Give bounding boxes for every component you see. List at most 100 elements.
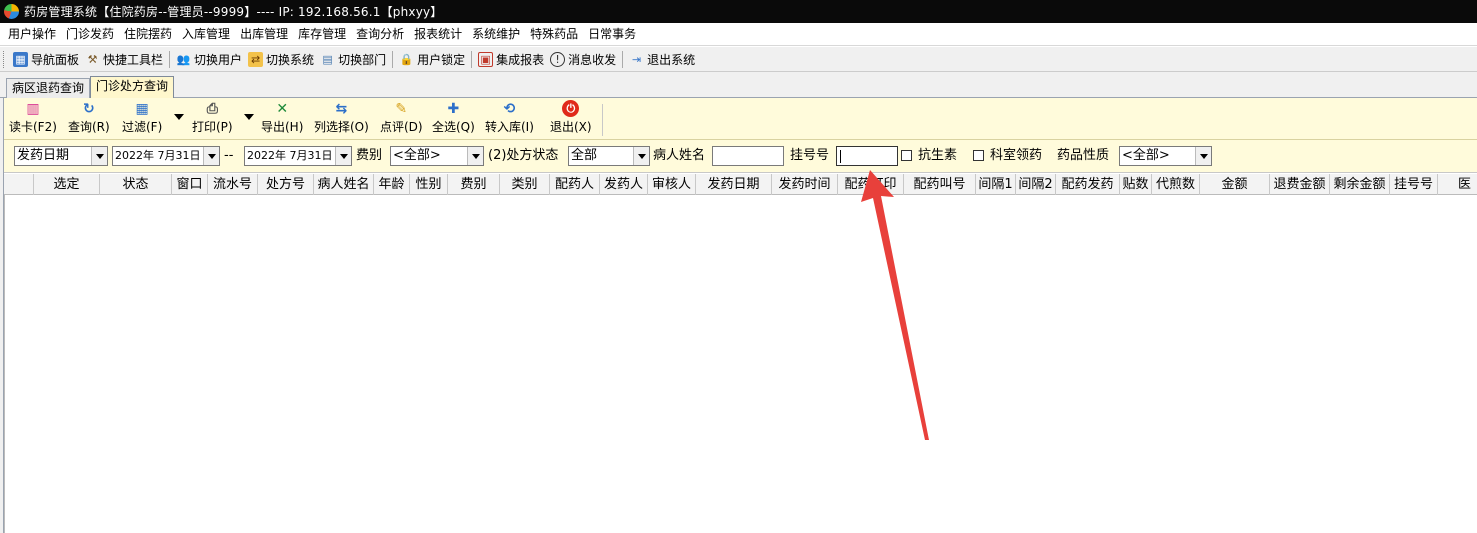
patient-name-input[interactable] — [712, 146, 784, 166]
registration-number-input[interactable] — [836, 146, 898, 166]
integrated-report-label: 集成报表 — [496, 52, 545, 67]
column-header[interactable]: 年龄 — [374, 174, 410, 195]
menu-special-drugs[interactable]: 特殊药品 — [525, 23, 583, 46]
column-header[interactable]: 类别 — [500, 174, 550, 195]
shortcut-toolbar-button[interactable]: ⚒ 快捷工具栏 — [82, 48, 166, 70]
filter-button[interactable]: ▦ 过滤(F) — [122, 100, 162, 135]
filter-label: 过滤(F) — [122, 120, 163, 134]
menu-outpatient-dispensing[interactable]: 门诊发药 — [61, 23, 119, 46]
date-type-select[interactable]: 发药日期 — [14, 146, 108, 166]
transfer-in-icon: ⟲ — [503, 100, 516, 117]
column-header[interactable]: 挂号号 — [1390, 174, 1438, 195]
navigation-panel-icon: ▦ — [13, 51, 28, 67]
calendar-dropdown-icon[interactable] — [203, 147, 219, 165]
tab-outpatient-prescription-query[interactable]: 门诊处方查询 — [90, 76, 175, 98]
column-header[interactable]: 费别 — [448, 174, 500, 195]
switch-system-label: 切换系统 — [266, 52, 315, 67]
column-header[interactable]: 间隔2 — [1016, 174, 1056, 195]
filter-dropdown-arrow[interactable] — [174, 114, 184, 120]
column-header[interactable]: 配药发药 — [1056, 174, 1120, 195]
query-label: 查询(R) — [68, 120, 110, 134]
prescription-status-select[interactable]: 全部 — [568, 146, 650, 166]
app-logo-icon — [4, 4, 19, 19]
menu-stock-in[interactable]: 入库管理 — [177, 23, 235, 46]
column-header[interactable]: 配药打印 — [838, 174, 904, 195]
column-header[interactable]: 状态 — [100, 174, 172, 195]
switch-department-button[interactable]: ▤ 切换部门 — [317, 48, 389, 70]
chevron-down-icon[interactable] — [91, 147, 107, 165]
integrated-report-button[interactable]: ▣ 集成报表 — [475, 48, 547, 70]
column-header[interactable]: 间隔1 — [976, 174, 1016, 195]
menu-query-analysis[interactable]: 查询分析 — [351, 23, 409, 46]
fee-type-select[interactable]: <全部> — [390, 146, 484, 166]
read-card-button[interactable]: ▥ 读卡(F2) — [9, 100, 57, 135]
drug-nature-select[interactable]: <全部> — [1119, 146, 1212, 166]
column-header[interactable]: 剩余金额 — [1330, 174, 1390, 195]
column-header[interactable]: 性别 — [410, 174, 448, 195]
main-toolbar: ▦ 导航面板 ⚒ 快捷工具栏 👥 切换用户 ⇄ 切换系统 ▤ 切换部门 🔒 用户… — [0, 47, 1477, 72]
menu-inventory[interactable]: 库存管理 — [293, 23, 351, 46]
antibiotic-checkbox[interactable] — [901, 150, 912, 161]
calendar-dropdown-icon[interactable] — [335, 147, 351, 165]
switch-user-button[interactable]: 👥 切换用户 — [173, 48, 245, 70]
message-button[interactable]: ! 消息收发 — [547, 48, 619, 70]
toolbar-grip[interactable] — [3, 50, 6, 68]
column-header[interactable]: 代煎数 — [1152, 174, 1200, 195]
menu-stock-out[interactable]: 出库管理 — [235, 23, 293, 46]
read-card-label: 读卡(F2) — [9, 120, 57, 134]
document-tab-strip: 病区退药查询 门诊处方查询 — [0, 72, 1477, 98]
review-button[interactable]: ✎ 点评(D) — [380, 100, 423, 135]
user-lock-button[interactable]: 🔒 用户锁定 — [396, 48, 468, 70]
column-header[interactable]: 发药时间 — [772, 174, 838, 195]
tab-ward-return-query[interactable]: 病区退药查询 — [6, 78, 91, 98]
select-all-button[interactable]: ✚ 全选(Q) — [432, 100, 475, 135]
review-icon: ✎ — [395, 100, 408, 117]
prescription-grid-body[interactable] — [4, 195, 1477, 533]
menu-inpatient-dispensing[interactable]: 住院摆药 — [119, 23, 177, 46]
exit-system-label: 退出系统 — [647, 52, 696, 67]
date-to-picker[interactable]: 2022年 7月31日 — [244, 146, 352, 166]
department-collect-checkbox[interactable] — [973, 150, 984, 161]
chevron-down-icon[interactable] — [467, 147, 483, 165]
column-header[interactable]: 流水号 — [208, 174, 258, 195]
switch-system-button[interactable]: ⇄ 切换系统 — [245, 48, 317, 70]
exit-system-button[interactable]: ⇥ 退出系统 — [626, 48, 698, 70]
integrated-report-icon: ▣ — [478, 51, 494, 67]
menu-daily-affairs[interactable]: 日常事务 — [583, 23, 641, 46]
print-button[interactable]: ⎙ 打印(P) — [192, 100, 233, 135]
exit-button[interactable]: ⏻ 退出(X) — [550, 100, 592, 135]
menu-reports[interactable]: 报表统计 — [409, 23, 467, 46]
print-dropdown-arrow[interactable] — [244, 114, 254, 120]
date-from-picker[interactable]: 2022年 7月31日 — [112, 146, 220, 166]
column-header[interactable]: 处方号 — [258, 174, 314, 195]
column-header[interactable]: 窗口 — [172, 174, 208, 195]
menu-user-operations[interactable]: 用户操作 — [3, 23, 61, 46]
column-header[interactable]: 配药人 — [550, 174, 600, 195]
review-label: 点评(D) — [380, 120, 423, 134]
column-header[interactable]: 发药人 — [600, 174, 648, 195]
column-header[interactable]: 审核人 — [648, 174, 696, 195]
chevron-down-icon[interactable] — [633, 147, 649, 165]
chevron-down-icon[interactable] — [1195, 147, 1211, 165]
column-header[interactable]: 退费金额 — [1270, 174, 1330, 195]
date-to-value: 2022年 7月31日 — [247, 149, 333, 162]
message-icon: ! — [550, 51, 566, 67]
column-header[interactable]: 配药叫号 — [904, 174, 976, 195]
menu-system-maintenance[interactable]: 系统维护 — [467, 23, 525, 46]
window-title: 药房管理系统【住院药房--管理员--9999】---- IP: 192.168.… — [24, 5, 443, 19]
column-header[interactable]: 选定 — [34, 174, 100, 195]
query-button[interactable]: ↻ 查询(R) — [68, 100, 110, 135]
export-button[interactable]: ✕ 导出(H) — [261, 100, 303, 135]
navigation-panel-button[interactable]: ▦ 导航面板 — [10, 48, 82, 70]
column-header[interactable]: 金额 — [1200, 174, 1270, 195]
text-caret — [840, 150, 841, 163]
column-select-icon: ⇆ — [335, 100, 348, 117]
column-header[interactable]: 发药日期 — [696, 174, 772, 195]
user-lock-label: 用户锁定 — [417, 52, 466, 67]
column-header[interactable]: 医 — [1438, 174, 1477, 195]
column-select-button[interactable]: ⇆ 列选择(O) — [314, 100, 369, 135]
transfer-in-button[interactable]: ⟲ 转入库(I) — [485, 100, 534, 135]
column-header[interactable]: 病人姓名 — [314, 174, 374, 195]
printer-icon: ⎙ — [206, 100, 218, 117]
column-header[interactable]: 贴数 — [1120, 174, 1152, 195]
